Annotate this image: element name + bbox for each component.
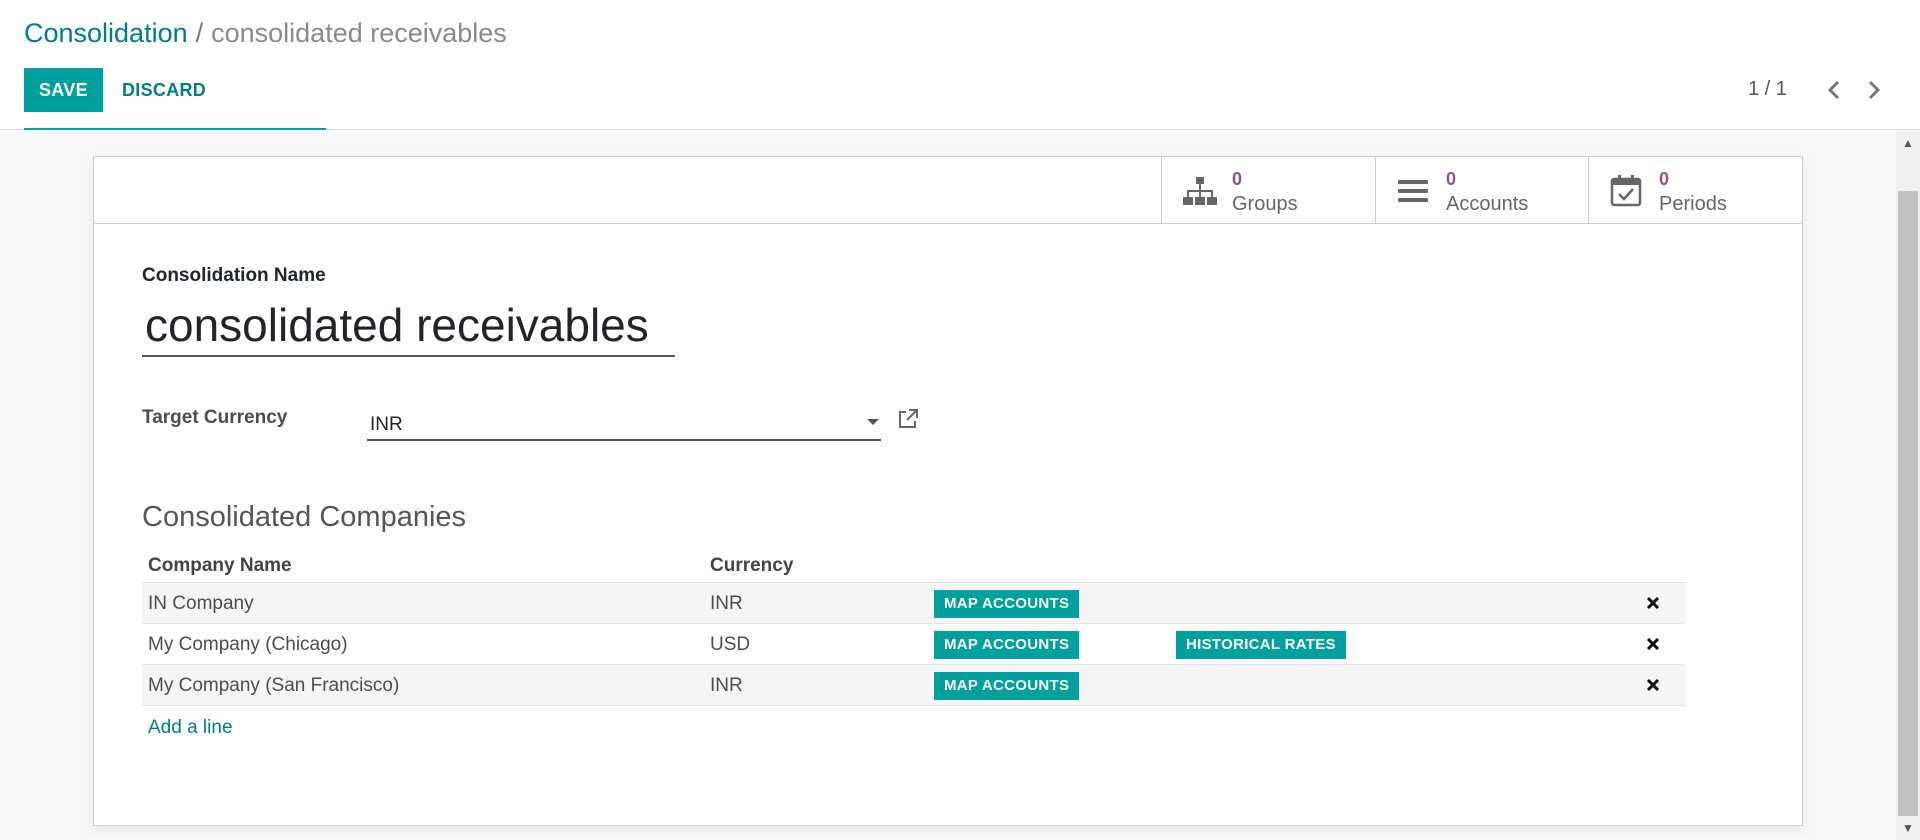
sitemap-icon bbox=[1183, 177, 1217, 205]
currency-cell[interactable]: USD bbox=[710, 634, 750, 656]
accounts-stat-button[interactable]: 0 Accounts bbox=[1375, 157, 1589, 223]
currency-cell[interactable]: INR bbox=[710, 675, 743, 697]
companies-table: Company Name Currency IN Company INR MAP… bbox=[142, 547, 1686, 747]
periods-label: Periods bbox=[1659, 193, 1727, 215]
map-accounts-button[interactable]: MAP ACCOUNTS bbox=[934, 590, 1080, 618]
table-row[interactable]: My Company (San Francisco) INR MAP ACCOU… bbox=[142, 665, 1686, 706]
add-line-row: Add a line bbox=[142, 706, 1686, 747]
scroll-up-arrow-icon[interactable]: ▲ bbox=[1896, 131, 1920, 155]
close-icon bbox=[1646, 678, 1660, 692]
breadcrumb-separator: / bbox=[195, 18, 204, 48]
save-button[interactable]: SAVE bbox=[24, 68, 103, 112]
table-row[interactable]: IN Company INR MAP ACCOUNTS bbox=[142, 583, 1686, 624]
caret-down-icon[interactable] bbox=[867, 419, 879, 425]
groups-count: 0 bbox=[1232, 169, 1243, 189]
consolidation-name-input[interactable]: consolidated receivables bbox=[142, 295, 675, 357]
discard-button[interactable]: DISCARD bbox=[106, 68, 222, 112]
consolidation-name-label: Consolidation Name bbox=[142, 265, 326, 286]
scrollbar[interactable]: ▲ ▼ bbox=[1896, 131, 1920, 840]
scrollbar-thumb[interactable] bbox=[1898, 191, 1918, 816]
list-icon bbox=[1398, 180, 1428, 202]
consolidated-companies-title: Consolidated Companies bbox=[142, 501, 467, 533]
accounts-label: Accounts bbox=[1446, 193, 1529, 215]
form-sheet: 0 Groups 0 Accounts 0 Periods Consolidat… bbox=[93, 156, 1803, 826]
pager-next-button[interactable] bbox=[1858, 74, 1890, 106]
tab-underline bbox=[24, 128, 326, 130]
target-currency-label: Target Currency bbox=[142, 407, 288, 428]
chevron-left-icon bbox=[1827, 80, 1840, 100]
breadcrumb-current: consolidated receivables bbox=[211, 18, 507, 48]
table-row[interactable]: My Company (Chicago) USD MAP ACCOUNTS HI… bbox=[142, 624, 1686, 665]
scroll-down-arrow-icon[interactable]: ▼ bbox=[1896, 816, 1920, 840]
column-header-currency[interactable]: Currency bbox=[710, 555, 793, 577]
external-link-icon[interactable] bbox=[897, 408, 919, 430]
map-accounts-button[interactable]: MAP ACCOUNTS bbox=[934, 631, 1080, 659]
pager-value[interactable]: 1 / 1 bbox=[1748, 78, 1787, 101]
company-name-cell[interactable]: IN Company bbox=[148, 593, 254, 615]
add-a-line-link[interactable]: Add a line bbox=[148, 717, 233, 739]
pager-previous-button[interactable] bbox=[1818, 74, 1850, 106]
table-header: Company Name Currency bbox=[142, 547, 1686, 583]
close-icon bbox=[1646, 596, 1660, 610]
breadcrumb: Consolidation / consolidated receivables bbox=[24, 18, 507, 49]
column-header-company-name[interactable]: Company Name bbox=[148, 555, 292, 577]
map-accounts-button[interactable]: MAP ACCOUNTS bbox=[934, 672, 1080, 700]
groups-label: Groups bbox=[1232, 193, 1298, 215]
delete-row-icon[interactable] bbox=[1644, 594, 1662, 612]
currency-cell[interactable]: INR bbox=[710, 593, 743, 615]
target-currency-select[interactable]: INR bbox=[367, 407, 881, 441]
close-icon bbox=[1646, 637, 1660, 651]
chevron-right-icon bbox=[1868, 80, 1881, 100]
target-currency-value: INR bbox=[370, 414, 403, 435]
breadcrumb-parent-link[interactable]: Consolidation bbox=[24, 18, 188, 48]
periods-count: 0 bbox=[1659, 169, 1670, 189]
periods-stat-button[interactable]: 0 Periods bbox=[1588, 157, 1802, 223]
delete-row-icon[interactable] bbox=[1644, 635, 1662, 653]
groups-stat-button[interactable]: 0 Groups bbox=[1161, 157, 1375, 223]
company-name-cell[interactable]: My Company (Chicago) bbox=[148, 634, 348, 656]
accounts-count: 0 bbox=[1446, 169, 1457, 189]
smart-button-box: 0 Groups 0 Accounts 0 Periods bbox=[94, 157, 1802, 224]
control-panel: Consolidation / consolidated receivables S… bbox=[0, 0, 1920, 130]
calendar-check-icon bbox=[1610, 175, 1642, 207]
company-name-cell[interactable]: My Company (San Francisco) bbox=[148, 675, 399, 697]
delete-row-icon[interactable] bbox=[1644, 676, 1662, 694]
historical-rates-button[interactable]: HISTORICAL RATES bbox=[1176, 631, 1346, 659]
